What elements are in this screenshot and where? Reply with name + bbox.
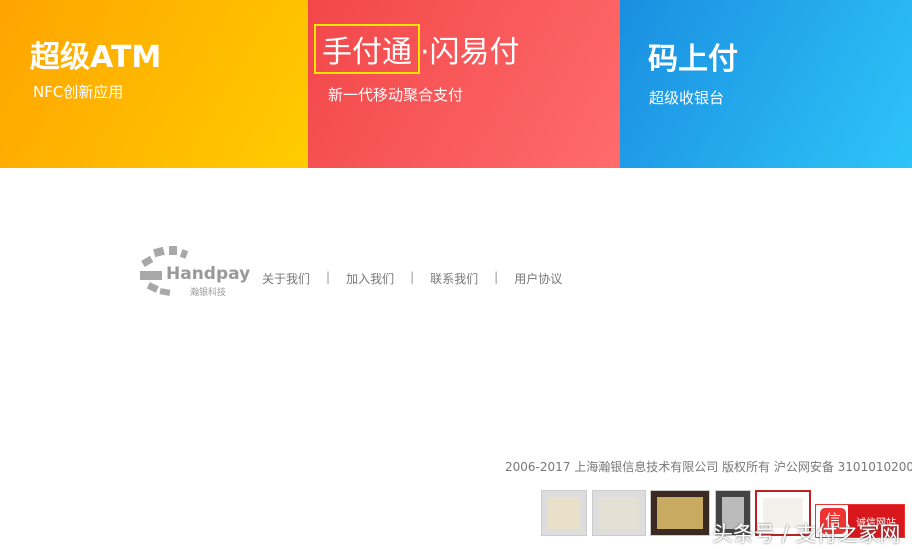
- banner-shanyifu[interactable]: 手付通 ·闪易付 新一代移动聚合支付: [308, 0, 620, 168]
- banner-super-atm[interactable]: 超级ATM NFC创新应用: [0, 0, 308, 168]
- separator: |: [494, 270, 499, 284]
- copyright-text: 2006-2017 上海瀚银信息技术有限公司 版权所有 沪公网安备 310101…: [505, 460, 912, 474]
- link-contact-us[interactable]: 联系我们: [430, 270, 478, 287]
- footer-links: 关于我们 | 加入我们 | 联系我们 | 用户协议: [262, 270, 562, 287]
- watermark: 头条号 / 支付之家网: [712, 522, 901, 546]
- certificate-image[interactable]: [592, 490, 646, 536]
- link-join-us[interactable]: 加入我们: [346, 270, 394, 287]
- link-about-us[interactable]: 关于我们: [262, 270, 310, 287]
- banner-title-highlight: 手付通: [314, 24, 420, 74]
- banner-subtitle: 新一代移动聚合支付: [328, 86, 464, 104]
- handpay-logo[interactable]: Handpay 瀚银科技: [138, 244, 250, 300]
- banner-mashangfu[interactable]: 码上付 超级收银台: [620, 0, 912, 168]
- banner-title: 闪易付: [429, 35, 520, 70]
- certificate-image[interactable]: [541, 490, 587, 536]
- banner-title: 码上付: [648, 42, 738, 77]
- banner-subtitle: NFC创新应用: [33, 83, 124, 101]
- banner-subtitle: 超级收银台: [649, 89, 725, 107]
- separator: |: [326, 270, 331, 284]
- link-user-agreement[interactable]: 用户协议: [514, 270, 562, 287]
- separator: |: [410, 270, 415, 284]
- banner-title-separator: ·: [420, 35, 430, 70]
- certificate-image[interactable]: [650, 490, 710, 536]
- logo-wordmark: Handpay: [166, 264, 251, 284]
- logo-cn: 瀚银科技: [190, 288, 227, 298]
- banner-title: 超级ATM: [30, 40, 162, 75]
